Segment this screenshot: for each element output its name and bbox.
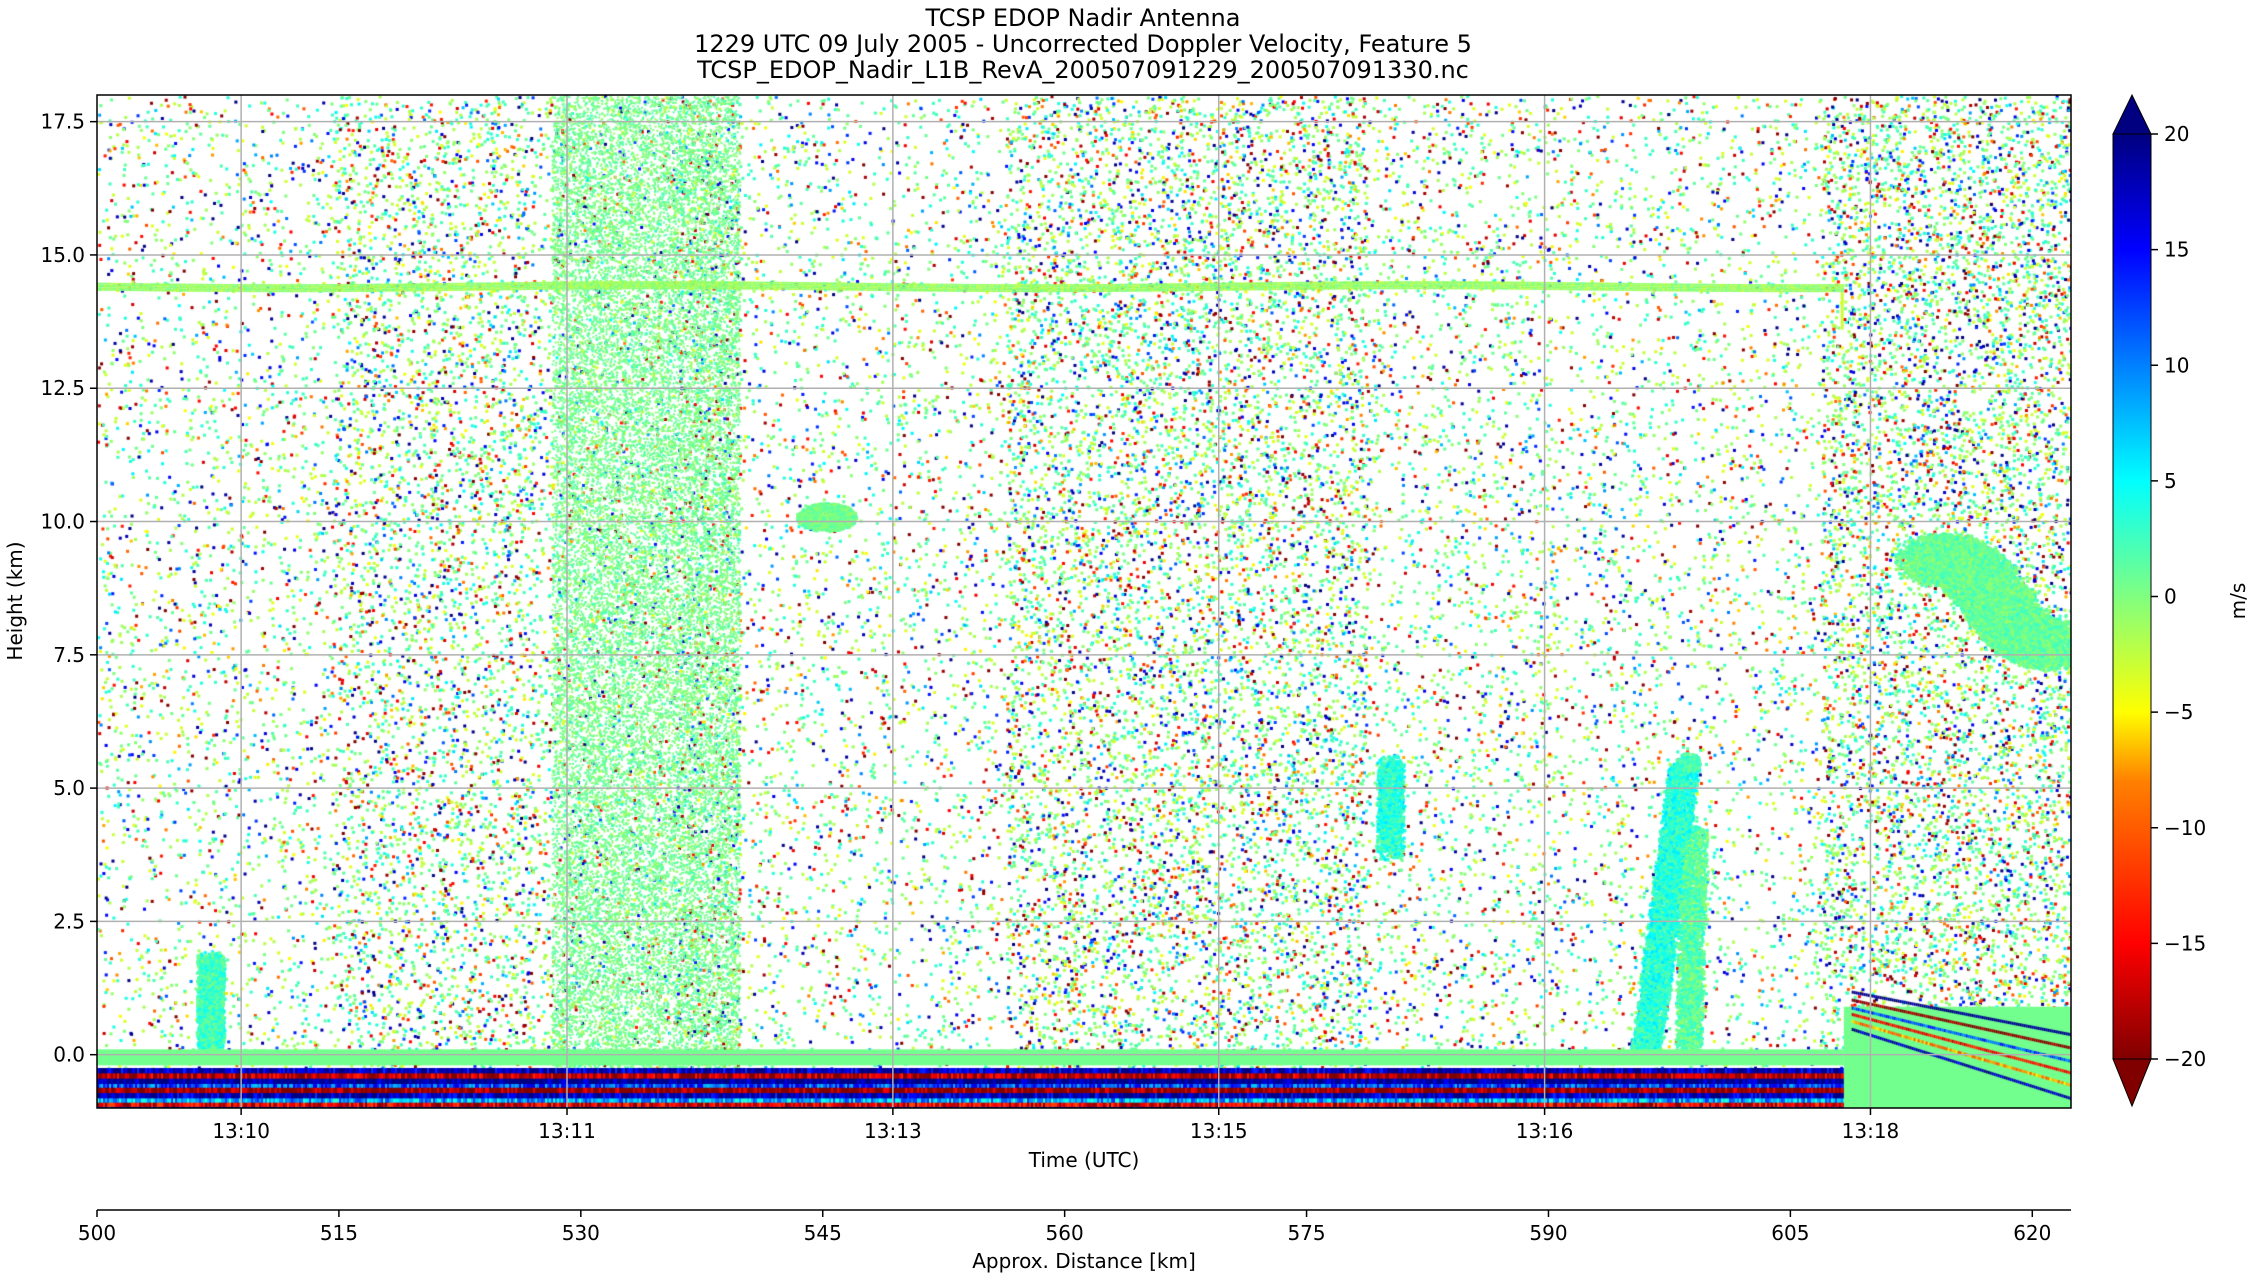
- colorbar-tick-label: 20: [2164, 122, 2189, 146]
- x2-tick-label: 575: [1287, 1221, 1325, 1245]
- colorbar-label: m/s: [2226, 583, 2250, 620]
- colorbar-tick-label: 10: [2164, 353, 2189, 377]
- x2-tick-label: 545: [804, 1221, 842, 1245]
- x-axis-time: 13:10 13:11 13:13 13:15 13:16 13:18: [212, 1108, 1899, 1143]
- colorbar-body: [2112, 133, 2152, 1060]
- x2-tick-label: 515: [320, 1221, 358, 1245]
- colorbar-tick-label: 15: [2164, 238, 2189, 262]
- y-tick-label: 5.0: [53, 776, 85, 800]
- chart-title-line-2: 1229 UTC 09 July 2005 - Uncorrected Dopp…: [694, 30, 1472, 58]
- y-axis-label: Height (km): [3, 541, 27, 660]
- y-tick-label: 7.5: [53, 643, 85, 667]
- x-tick-label: 13:10: [212, 1119, 270, 1143]
- colorbar-extend-min: [2112, 1058, 2152, 1108]
- heatmap-field: [97, 95, 2071, 1108]
- colorbar-tick-label: 0: [2164, 585, 2177, 609]
- y-tick-label: 17.5: [40, 110, 85, 134]
- x-axis-distance: 500 515 530 545 560 575 590 605 620: [78, 1209, 2071, 1245]
- chart-title-line-3: TCSP_EDOP_Nadir_L1B_RevA_200507091229_20…: [696, 56, 1469, 84]
- colorbar-tick-label: −20: [2164, 1047, 2206, 1071]
- x2-tick-label: 605: [1771, 1221, 1809, 1245]
- colorbar-tick-label: −5: [2164, 700, 2193, 724]
- colorbar-tick-label: −15: [2164, 931, 2206, 955]
- x2-axis-label: Approx. Distance [km]: [972, 1249, 1196, 1273]
- x-axis-label: Time (UTC): [1028, 1148, 1140, 1172]
- x2-tick-label: 620: [2013, 1221, 2051, 1245]
- x2-tick-label: 590: [1529, 1221, 1567, 1245]
- x-tick-label: 13:18: [1842, 1119, 1900, 1143]
- y-tick-label: 12.5: [40, 376, 85, 400]
- y-tick-label: 10.0: [40, 510, 85, 534]
- y-tick-label: 2.5: [53, 909, 85, 933]
- chart-title-line-1: TCSP EDOP Nadir Antenna: [925, 4, 1241, 32]
- y-tick-label: 15.0: [40, 243, 85, 267]
- x-tick-label: 13:16: [1516, 1119, 1574, 1143]
- colorbar: −20 −15 −10 −5 0 5 10 15 20 m/s: [2112, 93, 2250, 1108]
- plot-area: [96, 94, 2072, 1109]
- colorbar-ticks: −20 −15 −10 −5 0 5 10 15 20: [2151, 122, 2206, 1071]
- colorbar-tick-label: 5: [2164, 469, 2177, 493]
- y-axis: 0.0 2.5 5.0 7.5 10.0 12.5 15.0 17.5: [40, 110, 97, 1067]
- heatmap-image: [97, 95, 2071, 1108]
- x2-tick-label: 560: [1046, 1221, 1084, 1245]
- x2-tick-label: 530: [562, 1221, 600, 1245]
- y-tick-label: 0.0: [53, 1043, 85, 1067]
- x-tick-label: 13:15: [1190, 1119, 1248, 1143]
- figure: TCSP EDOP Nadir Antenna 1229 UTC 09 July…: [3, 4, 2250, 1273]
- colorbar-extend-max: [2112, 93, 2152, 135]
- x-tick-label: 13:11: [538, 1119, 596, 1143]
- x-tick-label: 13:13: [864, 1119, 922, 1143]
- colorbar-tick-label: −10: [2164, 816, 2206, 840]
- x2-tick-label: 500: [78, 1221, 116, 1245]
